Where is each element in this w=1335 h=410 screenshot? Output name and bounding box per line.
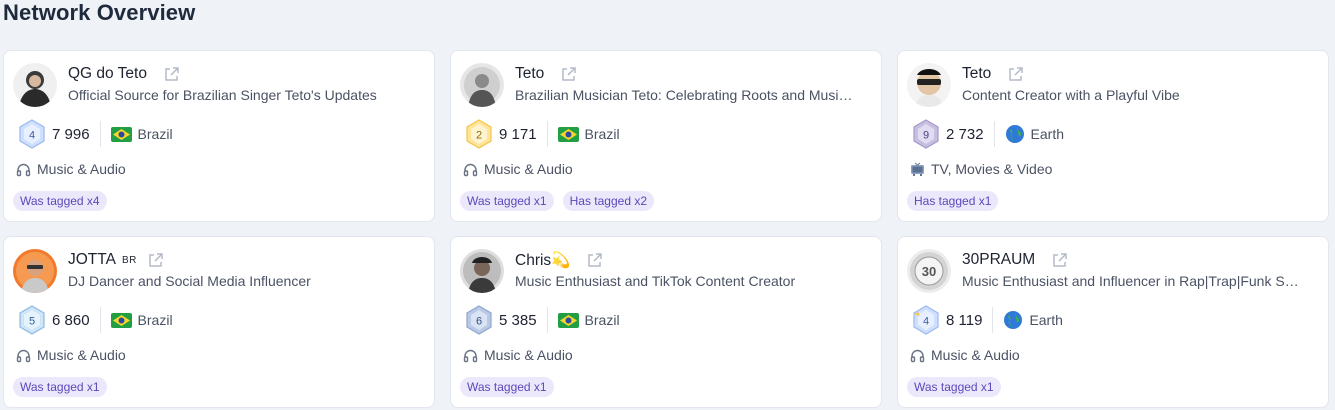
account-description: DJ Dancer and Social Media Influencer bbox=[68, 273, 311, 289]
avatar[interactable] bbox=[460, 249, 504, 293]
account-description: Brazilian Musician Teto: Celebrating Roo… bbox=[515, 87, 853, 103]
account-name[interactable]: Chris💫 bbox=[515, 251, 570, 270]
follower-count: 9 171 bbox=[499, 125, 537, 143]
external-link-icon[interactable] bbox=[147, 252, 164, 269]
headphones-icon bbox=[16, 348, 31, 363]
divider bbox=[99, 121, 101, 147]
external-link-icon[interactable] bbox=[586, 252, 603, 269]
network-card[interactable]: Chris💫 Music Enthusiast and TikTok Conte… bbox=[450, 236, 882, 408]
follower-count: 5 385 bbox=[499, 311, 537, 329]
category-label: Music & Audio bbox=[931, 347, 1020, 363]
name-suffix: BR bbox=[121, 254, 137, 266]
network-card[interactable]: Teto Brazilian Musician Teto: Celebratin… bbox=[450, 50, 882, 222]
svg-text:2: 2 bbox=[476, 130, 482, 142]
flag-brazil-icon bbox=[110, 312, 132, 328]
country-label: Earth bbox=[1030, 126, 1065, 142]
headphones-icon bbox=[910, 348, 925, 363]
account-name[interactable]: 30PRAUM bbox=[962, 251, 1035, 269]
tag-badge[interactable]: Was tagged x1 bbox=[460, 377, 554, 397]
account-description: Official Source for Brazilian Singer Tet… bbox=[68, 87, 377, 103]
network-card[interactable]: Teto Content Creator with a Playful Vibe… bbox=[897, 50, 1329, 222]
globe-icon bbox=[1003, 310, 1023, 330]
tag-badge[interactable]: Was tagged x1 bbox=[460, 191, 554, 211]
network-card[interactable]: QG do Teto Official Source for Brazilian… bbox=[3, 50, 435, 222]
country-label: Earth bbox=[1029, 312, 1063, 328]
network-grid: QG do Teto Official Source for Brazilian… bbox=[3, 50, 1329, 408]
follower-count: 7 996 bbox=[52, 125, 90, 143]
divider bbox=[992, 307, 994, 333]
divider bbox=[99, 307, 101, 333]
divider bbox=[546, 121, 548, 147]
network-card[interactable]: JOTTA BR DJ Dancer and Social Media Infl… bbox=[3, 236, 435, 408]
avatar[interactable] bbox=[460, 63, 504, 107]
level-badge-icon: 4 bbox=[16, 118, 48, 150]
level-badge-icon: 6 bbox=[463, 304, 495, 336]
avatar[interactable] bbox=[13, 249, 57, 293]
avatar[interactable] bbox=[907, 63, 951, 107]
headphones-icon bbox=[463, 348, 478, 363]
category-label: Music & Audio bbox=[37, 161, 126, 177]
flag-brazil-icon bbox=[557, 126, 579, 142]
category-label: TV, Movies & Video bbox=[931, 161, 1053, 177]
category-label: Music & Audio bbox=[484, 347, 573, 363]
account-name[interactable]: JOTTA bbox=[68, 251, 116, 269]
external-link-icon[interactable] bbox=[163, 66, 180, 83]
level-badge-icon: 9 bbox=[910, 118, 942, 150]
external-link-icon[interactable] bbox=[1007, 66, 1024, 83]
svg-text:4: 4 bbox=[923, 316, 929, 328]
account-name[interactable]: Teto bbox=[962, 65, 991, 83]
country-label: Brazil bbox=[584, 126, 620, 142]
tag-badge[interactable]: Has tagged x1 bbox=[907, 191, 999, 211]
account-description: Music Enthusiast and Influencer in Rap|T… bbox=[962, 273, 1299, 289]
level-badge-icon: 2 bbox=[463, 118, 495, 150]
tag-badge[interactable]: Was tagged x1 bbox=[13, 377, 107, 397]
level-badge-icon: 5 bbox=[16, 304, 48, 336]
divider bbox=[993, 121, 995, 147]
globe-icon bbox=[1005, 124, 1025, 144]
external-link-icon[interactable] bbox=[560, 66, 577, 83]
account-description: Content Creator with a Playful Vibe bbox=[962, 87, 1180, 103]
country-label: Brazil bbox=[137, 126, 173, 142]
category-label: Music & Audio bbox=[484, 161, 573, 177]
headphones-icon bbox=[463, 162, 478, 177]
avatar[interactable]: 30 bbox=[907, 249, 951, 293]
network-card[interactable]: 30 30PRAUM Music Enthusiast and Influenc… bbox=[897, 236, 1329, 408]
country-label: Brazil bbox=[137, 312, 173, 328]
follower-count: 8 119 bbox=[946, 311, 983, 329]
tag-badge[interactable]: Has tagged x2 bbox=[562, 191, 654, 211]
page-title: Network Overview bbox=[3, 0, 196, 25]
follower-count: 2 732 bbox=[946, 125, 984, 143]
account-description: Music Enthusiast and TikTok Content Crea… bbox=[515, 273, 796, 289]
tv-icon bbox=[910, 162, 925, 177]
svg-text:30: 30 bbox=[922, 264, 936, 279]
flag-brazil-icon bbox=[557, 312, 579, 328]
follower-count: 6 860 bbox=[52, 311, 90, 329]
avatar[interactable] bbox=[13, 63, 57, 107]
account-name[interactable]: Teto bbox=[515, 65, 544, 83]
svg-text:4: 4 bbox=[29, 130, 35, 142]
category-label: Music & Audio bbox=[37, 347, 126, 363]
headphones-icon bbox=[16, 162, 31, 177]
country-label: Brazil bbox=[584, 312, 620, 328]
external-link-icon[interactable] bbox=[1051, 252, 1068, 269]
tag-badge[interactable]: Was tagged x4 bbox=[13, 191, 107, 211]
level-badge-icon: 4 bbox=[910, 304, 942, 336]
svg-text:9: 9 bbox=[923, 130, 929, 142]
divider bbox=[546, 307, 548, 333]
svg-text:5: 5 bbox=[29, 316, 35, 328]
account-name[interactable]: QG do Teto bbox=[68, 65, 147, 83]
svg-text:6: 6 bbox=[476, 316, 482, 328]
flag-brazil-icon bbox=[110, 126, 132, 142]
tag-badge[interactable]: Was tagged x1 bbox=[907, 377, 1001, 397]
